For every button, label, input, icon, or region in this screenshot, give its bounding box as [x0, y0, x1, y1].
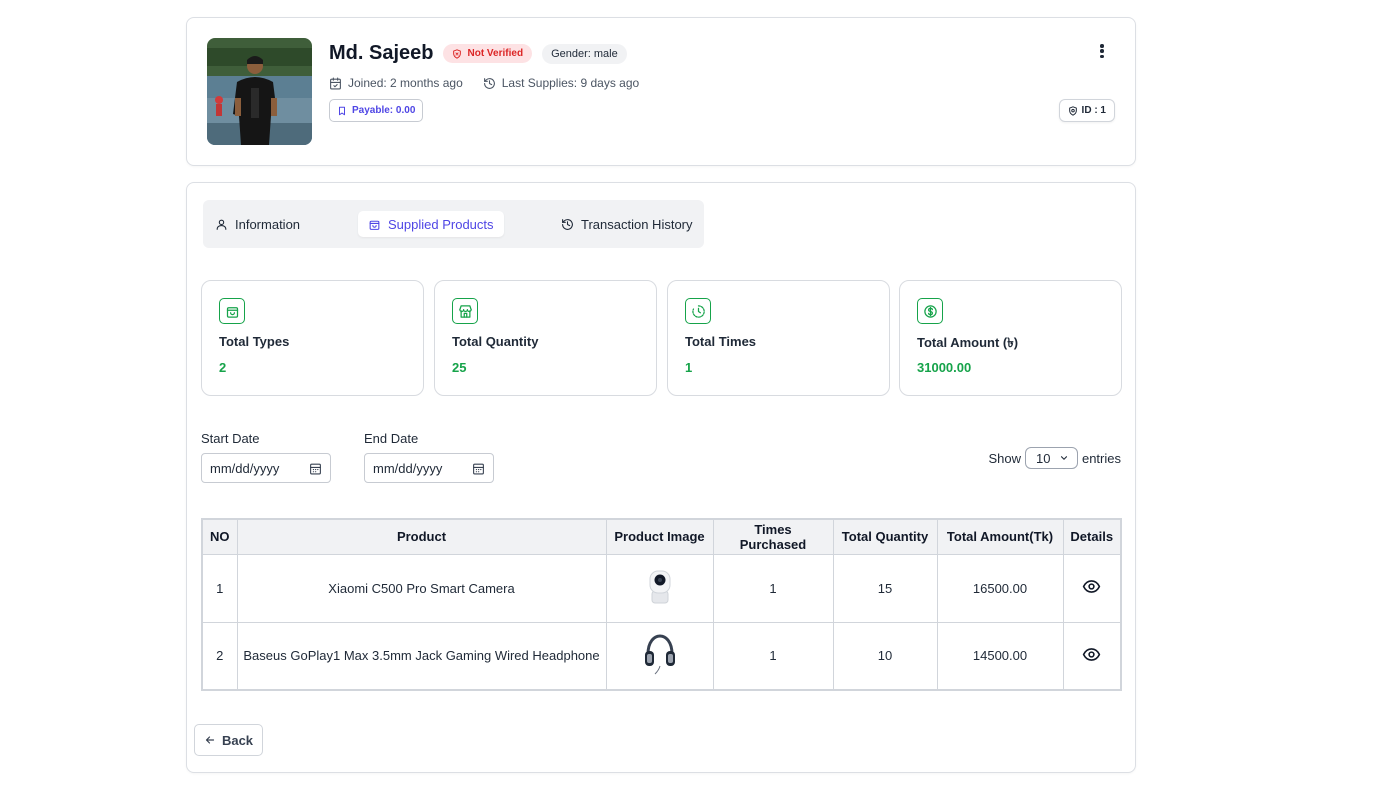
- supplier-name: Md. Sajeeb: [329, 42, 434, 64]
- column-header-total-quantity: Total Quantity: [832, 518, 938, 555]
- column-header-product: Product: [236, 518, 607, 555]
- table-row: 1 Xiaomi C500 Pro Smart Camera 1 15 1650…: [201, 553, 1122, 623]
- avatar: [207, 38, 312, 145]
- start-date-group: Start Date mm/dd/yyyy: [201, 431, 331, 483]
- calendar-check-icon: [330, 77, 341, 89]
- cell-total-quantity: 10: [832, 621, 938, 691]
- bookmark-icon: [339, 106, 345, 115]
- stat-label: Total Amount (৳): [917, 335, 1019, 350]
- stat-card-total-quantity: Total Quantity 25: [434, 280, 657, 396]
- stat-card-total-amount: Total Amount (৳) 31000.00: [899, 280, 1122, 396]
- cell-no: 1: [201, 553, 238, 623]
- more-options-icon[interactable]: [1095, 42, 1109, 60]
- payable-badge: Payable: 0.00: [329, 99, 424, 122]
- shield-icon: [1068, 105, 1077, 116]
- cell-no: 2: [201, 621, 238, 691]
- end-date-label: End Date: [364, 431, 419, 446]
- cell-details: [1062, 553, 1122, 623]
- cell-product: Baseus GoPlay1 Max 3.5mm Jack Gaming Wir…: [236, 621, 607, 691]
- history-icon: [483, 77, 495, 89]
- stat-label: Total Quantity: [452, 334, 539, 349]
- end-date-group: End Date mm/dd/yyyy: [364, 431, 494, 483]
- stat-value: 2: [219, 360, 227, 375]
- stat-card-total-times: Total Times 1: [667, 280, 890, 396]
- cell-product-image: [605, 553, 714, 623]
- dollar-circle-icon: [917, 298, 943, 324]
- column-header-details: Details: [1062, 518, 1122, 555]
- clock-icon: [685, 298, 711, 324]
- meta-row: Joined: 2 months ago Last Supplies: 9 da…: [329, 76, 639, 90]
- tab-supplied-products-label: Supplied Products: [388, 216, 494, 232]
- verification-badge-label: Not Verified: [467, 48, 524, 59]
- product-image-camera: [649, 570, 670, 603]
- tab-information-label: Information: [235, 216, 301, 232]
- calendar-icon[interactable]: [309, 462, 322, 475]
- product-image-headphone: [644, 634, 675, 675]
- cell-total-amount: 16500.00: [936, 553, 1064, 623]
- arrow-left-icon: [205, 736, 215, 744]
- stat-value: 25: [452, 360, 467, 375]
- entries-select-value: 10: [1035, 450, 1051, 466]
- verification-badge: Not Verified: [443, 44, 533, 63]
- user-icon: [216, 219, 227, 230]
- end-date-placeholder: mm/dd/yyyy: [373, 460, 443, 476]
- chevron-down-icon: [1060, 456, 1068, 460]
- show-label: Show: [988, 450, 1021, 466]
- back-button[interactable]: Back: [194, 724, 263, 756]
- payable-text: Payable: 0.00: [352, 105, 416, 116]
- eye-icon[interactable]: [1082, 577, 1101, 596]
- column-header-no: NO: [201, 518, 238, 555]
- shield-x-icon: [453, 48, 462, 59]
- back-button-label: Back: [221, 732, 254, 748]
- tab-bar: Information Supplied Products Transactio…: [203, 200, 704, 248]
- eye-icon[interactable]: [1082, 645, 1101, 664]
- id-text: ID : 1: [1081, 105, 1106, 116]
- tab-transaction-history[interactable]: Transaction History: [551, 211, 703, 237]
- id-badge: ID : 1: [1058, 99, 1115, 122]
- cell-times-purchased: 1: [712, 553, 834, 623]
- last-supplies-info: Last Supplies: 9 days ago: [483, 76, 639, 90]
- table-row: 2 Baseus GoPlay1 Max 3.5mm Jack Gaming W…: [201, 621, 1122, 691]
- gender-badge: Gender: male: [542, 43, 627, 64]
- shopping-bag-icon: [369, 220, 380, 230]
- shopping-bag-icon: [219, 298, 245, 324]
- tab-supplied-products[interactable]: Supplied Products: [358, 211, 504, 237]
- cell-total-amount: 14500.00: [936, 621, 1064, 691]
- main-card: Information Supplied Products Transactio…: [186, 182, 1136, 773]
- column-header-total-amount: Total Amount(Tk): [936, 518, 1064, 555]
- store-icon: [452, 298, 478, 324]
- column-header-times-purchased: Times Purchased: [712, 518, 834, 555]
- start-date-label: Start Date: [201, 431, 260, 446]
- stat-value: 1: [685, 360, 693, 375]
- column-header-product-image: Product Image: [605, 518, 714, 555]
- end-date-input[interactable]: mm/dd/yyyy: [364, 453, 494, 483]
- start-date-placeholder: mm/dd/yyyy: [210, 460, 280, 476]
- supplied-products-table: NO Product Product Image Times Purchased…: [201, 518, 1122, 691]
- entries-label: entries: [1081, 450, 1121, 466]
- profile-card: Md. Sajeeb Not Verified Gender: male Joi…: [186, 17, 1136, 166]
- start-date-input[interactable]: mm/dd/yyyy: [201, 453, 331, 483]
- history-icon: [562, 218, 573, 230]
- name-row: Md. Sajeeb Not Verified Gender: male: [329, 42, 627, 65]
- tab-transaction-history-label: Transaction History: [581, 216, 693, 232]
- stat-card-total-types: Total Types 2: [201, 280, 424, 396]
- cell-product: Xiaomi C500 Pro Smart Camera: [236, 553, 607, 623]
- entries-select[interactable]: 10: [1024, 447, 1078, 469]
- joined-text: Joined: 2 months ago: [348, 76, 463, 90]
- show-entries: Show 10 entries: [988, 447, 1121, 469]
- cell-details: [1062, 621, 1122, 691]
- last-supplies-text: Last Supplies: 9 days ago: [501, 76, 640, 90]
- joined-info: Joined: 2 months ago: [329, 76, 463, 90]
- cell-product-image: [605, 621, 714, 691]
- stat-label: Total Times: [685, 334, 757, 349]
- stat-label: Total Types: [219, 334, 290, 349]
- stat-value: 31000.00: [917, 360, 972, 375]
- table-header-row: NO Product Product Image Times Purchased…: [201, 518, 1122, 555]
- cell-times-purchased: 1: [712, 621, 834, 691]
- cell-total-quantity: 15: [832, 553, 938, 623]
- tab-information[interactable]: Information: [205, 211, 310, 237]
- calendar-icon[interactable]: [472, 462, 485, 475]
